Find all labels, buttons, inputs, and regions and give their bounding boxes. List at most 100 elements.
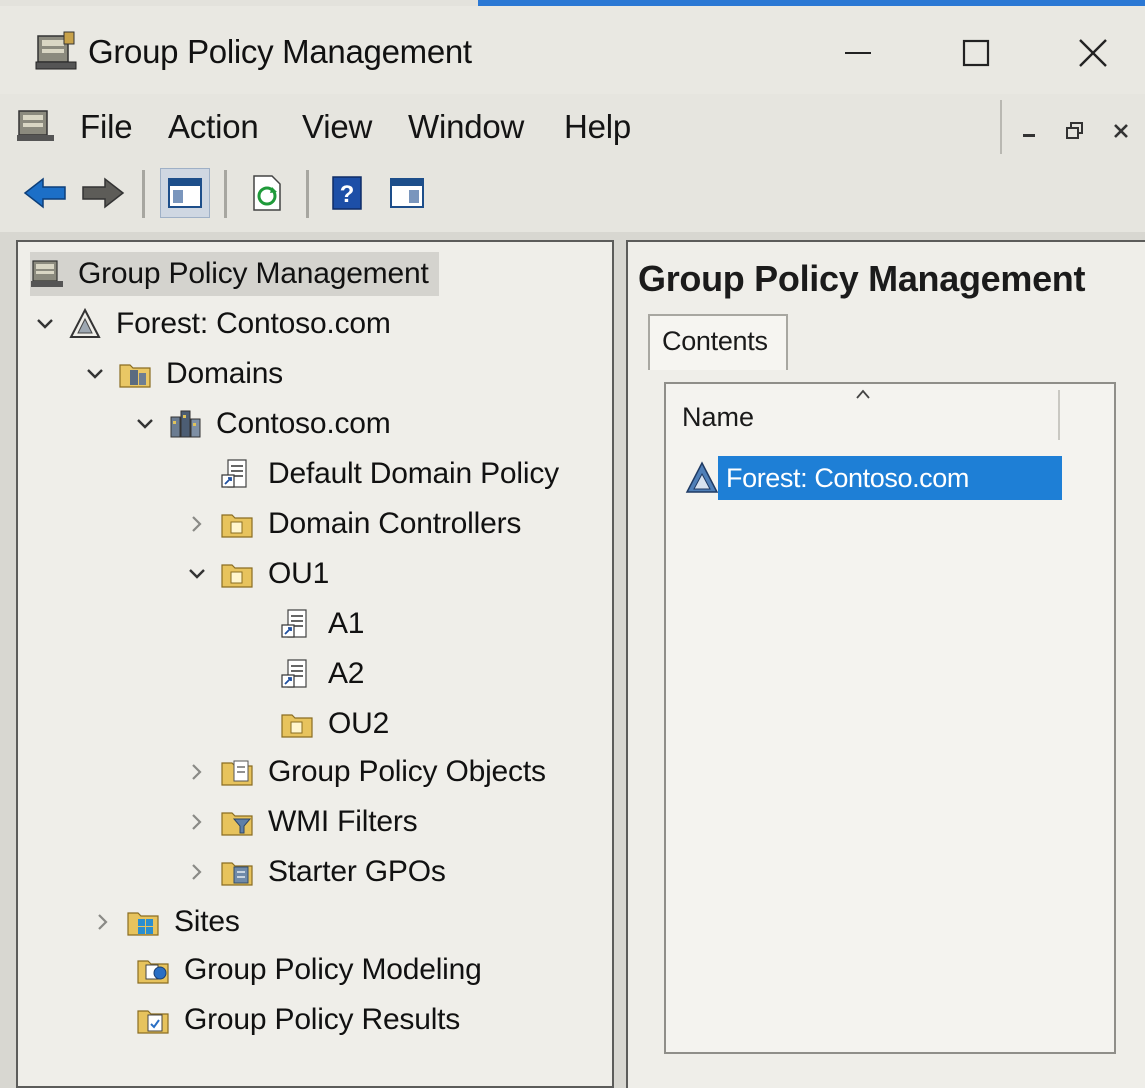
chevron-down-icon[interactable]	[132, 411, 158, 437]
restore-icon	[1066, 122, 1083, 139]
tab-contents[interactable]: Contents	[648, 314, 788, 370]
tree-label: Default Domain Policy	[268, 457, 559, 490]
toolbar: ?	[0, 158, 1145, 232]
sort-ascending-icon	[856, 389, 870, 399]
tree-label: Group Policy Management	[78, 257, 429, 290]
tree-node-default-domain-policy[interactable]: Default Domain Policy	[220, 452, 559, 496]
menu-bar: File Action View Window Help	[0, 94, 1145, 158]
wmi-filter-icon	[221, 812, 253, 836]
forest-icon	[685, 461, 719, 493]
minimize-icon	[1023, 134, 1035, 137]
console-tree-pane[interactable]: Group Policy Management Forest: Contoso.…	[16, 240, 614, 1088]
chevron-right-icon[interactable]	[90, 909, 116, 935]
console-system-menu-icon[interactable]	[16, 106, 56, 144]
tree-node-gpm-root[interactable]: Group Policy Management	[30, 252, 439, 296]
gpo-link-icon	[281, 659, 307, 688]
gp-results-icon	[137, 1010, 169, 1034]
tree-node-sites[interactable]: Sites	[90, 900, 240, 944]
list-item[interactable]: Forest: Contoso.com	[678, 456, 1062, 500]
details-title: Group Policy Management	[638, 258, 1086, 299]
svg-text:?: ?	[340, 181, 355, 208]
help-icon: ?	[332, 176, 362, 210]
tree-node-group-policy-objects[interactable]: Group Policy Objects	[184, 750, 546, 794]
gpmc-console-icon	[31, 260, 63, 287]
tree-node-starter-gpos[interactable]: Starter GPOs	[184, 850, 446, 894]
domain-icon	[170, 410, 201, 438]
refresh-button[interactable]	[242, 168, 292, 218]
title-bar[interactable]: Group Policy Management	[0, 6, 1145, 94]
mdi-restore-button[interactable]	[1058, 114, 1092, 148]
tree-label: Contoso.com	[216, 407, 391, 440]
tree-node-domain-controllers[interactable]: Domain Controllers	[184, 502, 521, 546]
tree-node-gp-modeling[interactable]: Group Policy Modeling	[136, 948, 482, 992]
window-title: Group Policy Management	[88, 33, 472, 70]
tree-label: Group Policy Results	[184, 1003, 461, 1036]
column-header-name[interactable]: Name	[682, 402, 754, 433]
show-hide-action-pane-button[interactable]	[382, 168, 432, 218]
menu-action[interactable]: Action	[168, 108, 259, 146]
tree-node-ou1[interactable]: OU1	[184, 552, 329, 596]
starter-gpo-icon	[221, 862, 253, 886]
maximize-icon	[962, 39, 990, 67]
chevron-right-icon[interactable]	[184, 759, 210, 785]
toolbar-separator	[224, 170, 227, 218]
show-hide-console-tree-button[interactable]	[160, 168, 210, 218]
chevron-right-icon[interactable]	[184, 809, 210, 835]
gp-modeling-icon	[137, 960, 169, 984]
toolbar-separator	[142, 170, 145, 218]
chevron-down-icon[interactable]	[82, 361, 108, 387]
help-button[interactable]: ?	[322, 168, 372, 218]
menu-file[interactable]: File	[80, 108, 133, 146]
tree-label: Forest: Contoso.com	[116, 307, 391, 340]
tree-label: WMI Filters	[268, 805, 418, 838]
mdi-close-button[interactable]	[1104, 114, 1138, 148]
tree-node-ou2[interactable]: OU2	[280, 702, 389, 746]
tree-label: Domains	[166, 357, 283, 390]
tree-node-domains[interactable]: Domains	[82, 352, 283, 396]
list-item-label: Forest: Contoso.com	[718, 456, 1062, 500]
ou-folder-icon	[281, 714, 313, 738]
tree-label: Starter GPOs	[268, 855, 446, 888]
tree-node-gpo-a1[interactable]: A1	[280, 602, 364, 646]
tree-label: A1	[328, 607, 365, 640]
column-divider[interactable]	[1058, 390, 1060, 440]
ou-folder-icon	[221, 514, 253, 538]
tree-label: Domain Controllers	[268, 507, 522, 540]
chevron-right-icon[interactable]	[184, 859, 210, 885]
tree-node-gp-results[interactable]: Group Policy Results	[136, 998, 460, 1042]
chevron-right-icon[interactable]	[184, 511, 210, 537]
show-hide-tree-icon	[168, 178, 202, 208]
menu-view[interactable]: View	[302, 108, 372, 146]
list-header: Name	[666, 384, 1114, 446]
menu-help[interactable]: Help	[564, 108, 631, 146]
minimize-icon	[845, 52, 871, 54]
tree-label: OU2	[328, 707, 390, 740]
tree-node-wmi-filters[interactable]: WMI Filters	[184, 800, 418, 844]
tree-node-domain-contoso[interactable]: Contoso.com	[132, 402, 391, 446]
chevron-down-icon[interactable]	[184, 561, 210, 587]
back-button[interactable]	[20, 168, 70, 218]
tree-node-forest[interactable]: Forest: Contoso.com	[32, 302, 391, 346]
contents-list[interactable]: Name Forest: Contoso.com	[664, 382, 1116, 1054]
tree-label: OU1	[268, 557, 330, 590]
menu-window[interactable]: Window	[408, 108, 524, 146]
gpo-container-icon	[221, 760, 253, 786]
tree-label: Sites	[174, 905, 240, 938]
minimize-button[interactable]	[818, 20, 898, 86]
chevron-down-icon[interactable]	[32, 311, 58, 337]
gpmc-app-icon	[35, 31, 77, 70]
sites-icon	[127, 912, 159, 936]
tree-label: Group Policy Modeling	[184, 953, 482, 986]
close-icon	[1079, 39, 1107, 67]
details-pane: Group Policy Management Contents Name Fo…	[626, 240, 1145, 1088]
close-button[interactable]	[1053, 20, 1133, 86]
mdi-minimize-button[interactable]	[1012, 114, 1046, 148]
tree-label: A2	[328, 657, 365, 690]
domains-folder-icon	[119, 364, 151, 388]
tree-node-gpo-a2[interactable]: A2	[280, 652, 364, 696]
refresh-icon	[253, 175, 281, 211]
gpo-link-icon	[221, 459, 247, 488]
forward-button[interactable]	[78, 168, 128, 218]
toolbar-separator	[306, 170, 309, 218]
maximize-button[interactable]	[936, 20, 1016, 86]
